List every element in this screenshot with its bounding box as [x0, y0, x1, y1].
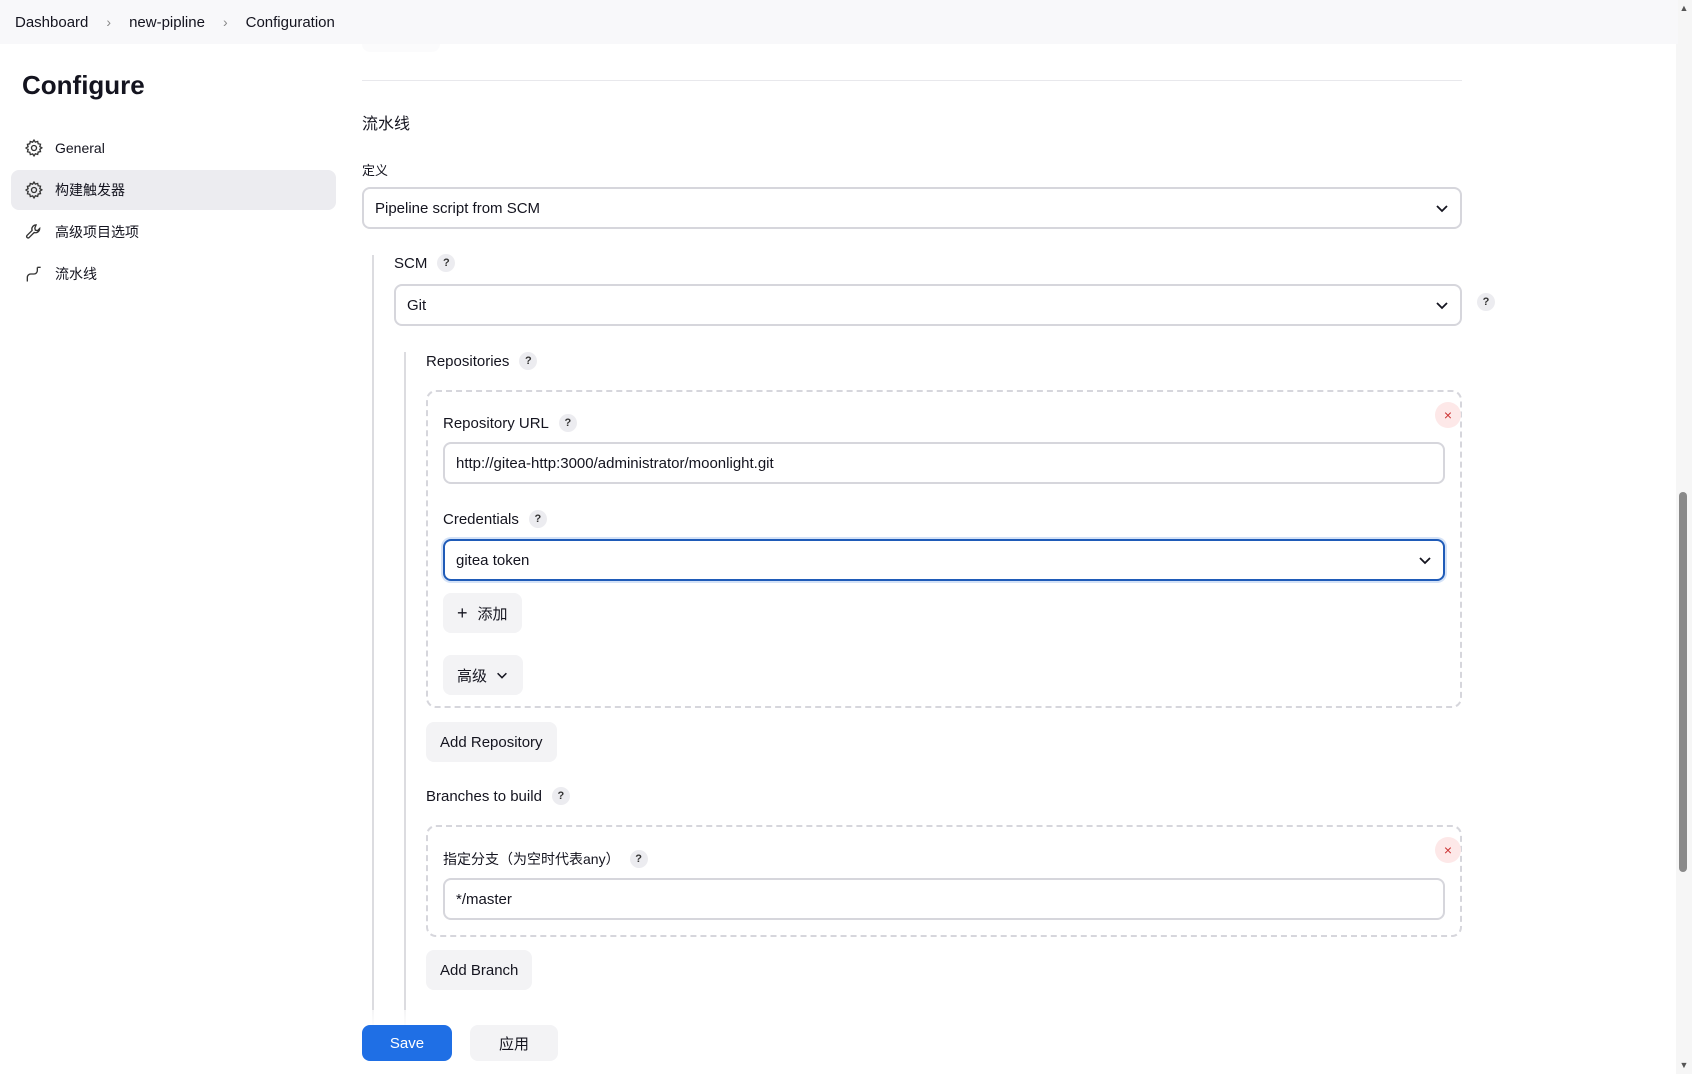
definition-select[interactable]: Pipeline script from SCM: [362, 187, 1462, 229]
plus-icon: +: [457, 602, 468, 623]
gear-icon: [23, 137, 45, 159]
branches-label-text: Branches to build: [426, 787, 542, 805]
help-icon[interactable]: ?: [629, 850, 648, 868]
help-icon[interactable]: ?: [551, 787, 570, 805]
breadcrumb-dashboard[interactable]: Dashboard: [15, 14, 88, 31]
add-branch-label: Add Branch: [440, 961, 519, 979]
indent-line: [372, 255, 374, 1074]
branch-specifier-label: 指定分支（为空时代表any） ?: [443, 849, 648, 869]
branches-label: Branches to build ?: [426, 787, 570, 805]
repositories-label: Repositories ?: [426, 352, 538, 370]
scm-help-icon[interactable]: ?: [1477, 293, 1495, 311]
gear-icon: [23, 179, 45, 201]
sidebar: General 构建触发器 高级项目选项 流水线: [11, 128, 336, 296]
advanced-button[interactable]: 高级: [443, 655, 524, 695]
divider: [362, 80, 1462, 81]
save-button[interactable]: Save: [362, 1025, 452, 1061]
sidebar-item-advanced-options[interactable]: 高级项目选项: [11, 212, 336, 252]
sidebar-item-label: 构建触发器: [55, 182, 125, 198]
scm-value: Git: [407, 296, 427, 314]
credentials-value: gitea token: [456, 551, 530, 569]
help-icon[interactable]: ?: [558, 414, 577, 432]
sidebar-item-label: 流水线: [55, 266, 97, 282]
help-icon[interactable]: ?: [437, 254, 456, 272]
chevron-down-icon: [497, 672, 507, 679]
credentials-label-text: Credentials: [443, 510, 519, 528]
sidebar-item-label: 高级项目选项: [55, 224, 139, 240]
add-label: 添加: [477, 605, 508, 623]
scm-label-text: SCM: [394, 254, 428, 272]
chevron-down-icon: [1436, 205, 1448, 213]
branch-value: */master: [456, 890, 512, 908]
main-content: 流水线 定义 Pipeline script from SCM SCM ? Gi…: [362, 0, 1495, 1074]
branch-specifier-input[interactable]: */master: [443, 878, 1445, 920]
apply-button[interactable]: 应用: [470, 1025, 558, 1061]
chevron-right-icon: ›: [106, 14, 112, 30]
scm-label: SCM ?: [394, 254, 456, 272]
definition-value: Pipeline script from SCM: [375, 199, 541, 217]
definition-label: 定义: [362, 163, 389, 178]
scm-select[interactable]: Git: [394, 284, 1462, 326]
credentials-label: Credentials ?: [443, 510, 547, 528]
help-icon[interactable]: ?: [528, 510, 547, 528]
sidebar-item-general[interactable]: General: [11, 128, 336, 168]
sidebar-item-label: General: [55, 140, 105, 156]
repo-url-value: http://gitea-http:3000/administrator/moo…: [456, 454, 774, 472]
close-icon[interactable]: ×: [1435, 402, 1461, 428]
scroll-down-icon[interactable]: ▼: [1679, 1060, 1689, 1070]
add-credentials-button[interactable]: + 添加: [443, 593, 522, 633]
chevron-down-icon: [1436, 302, 1448, 310]
scrollbar-thumb[interactable]: [1679, 492, 1687, 872]
page-title: Configure: [22, 70, 145, 100]
breadcrumb: Dashboard › new-pipline › Configuration: [0, 0, 1678, 44]
indent-line-nested: [404, 352, 406, 1074]
chevron-down-icon: [1419, 557, 1431, 565]
pipeline-icon: [23, 263, 45, 285]
credentials-select[interactable]: gitea token: [443, 539, 1445, 581]
add-repository-button[interactable]: Add Repository: [426, 722, 557, 762]
close-icon[interactable]: ×: [1435, 837, 1461, 863]
breadcrumb-configuration[interactable]: Configuration: [246, 14, 335, 31]
sidebar-item-build-triggers[interactable]: 构建触发器: [11, 170, 336, 210]
advanced-label: 高级: [457, 667, 488, 685]
help-icon[interactable]: ?: [519, 352, 538, 370]
chevron-right-icon: ›: [222, 14, 228, 30]
add-repository-label: Add Repository: [440, 733, 543, 751]
repo-url-label: Repository URL ?: [443, 414, 577, 432]
repo-url-label-text: Repository URL: [443, 414, 549, 432]
repo-url-input[interactable]: http://gitea-http:3000/administrator/moo…: [443, 442, 1445, 484]
breadcrumb-project[interactable]: new-pipline: [129, 14, 205, 31]
branch-specifier-label-text: 指定分支（为空时代表any）: [443, 851, 620, 867]
wrench-icon: [23, 221, 45, 243]
scroll-up-icon[interactable]: ▲: [1679, 3, 1689, 13]
repository-entry: × Repository URL ? http://gitea-http:300…: [426, 390, 1462, 708]
branch-entry: × 指定分支（为空时代表any） ? */master: [426, 825, 1462, 937]
section-title-pipeline: 流水线: [362, 116, 411, 133]
repositories-label-text: Repositories: [426, 352, 510, 370]
sidebar-item-pipeline[interactable]: 流水线: [11, 254, 336, 294]
add-branch-button[interactable]: Add Branch: [426, 950, 533, 990]
